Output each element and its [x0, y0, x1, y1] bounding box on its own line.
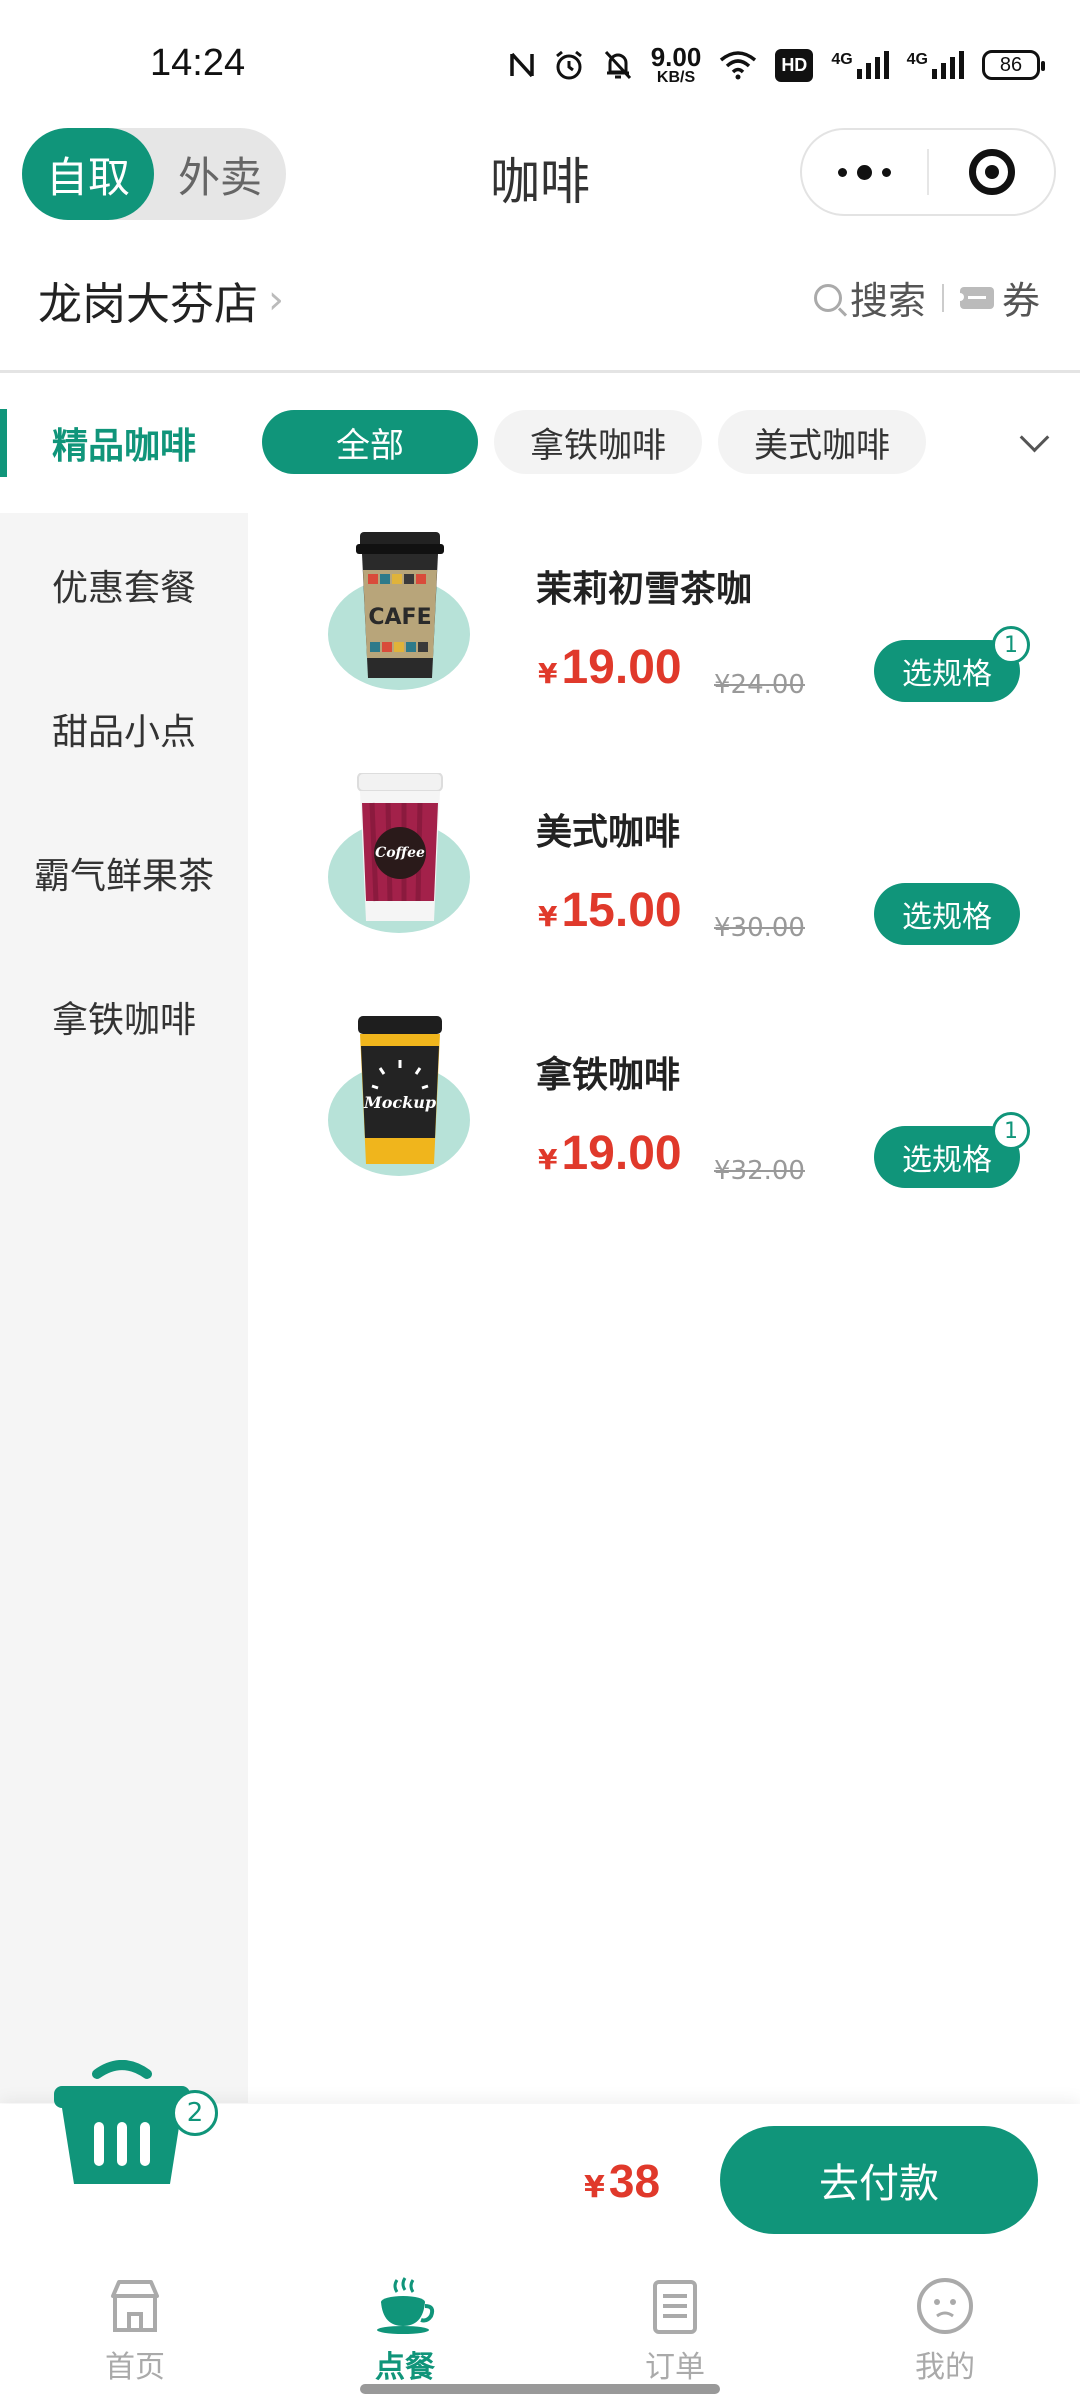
status-bar: 14:24 9.00 KB/S HD 4G 4G 86	[0, 0, 1080, 128]
product-price: ¥ 15.00	[538, 884, 682, 937]
signal-icon-2: 4G	[907, 51, 964, 79]
product-item[interactable]: CAFE 茉莉初雪茶咖 ¥ 19.00 ¥24.00 选规格 1	[248, 530, 1080, 773]
cart-count-badge: 2	[172, 2090, 218, 2136]
product-original-price: ¥24.00	[714, 670, 805, 700]
product-name: 茉莉初雪茶咖	[536, 569, 753, 610]
product-price: ¥ 19.00	[538, 1127, 682, 1180]
product-price: ¥ 19.00	[538, 641, 682, 694]
wifi-icon	[720, 51, 757, 80]
profile-face-icon	[917, 2278, 973, 2334]
search-label: 搜索	[849, 279, 926, 323]
ticket-icon	[955, 286, 994, 309]
clipboard-icon	[653, 2280, 697, 2334]
checkout-button[interactable]: 去付款	[720, 2126, 1038, 2234]
nav-bar: 自取 外卖 咖啡	[0, 128, 1080, 238]
product-name: 美式咖啡	[536, 812, 681, 853]
sidebar-item-latte[interactable]: 拿铁咖啡	[0, 945, 248, 1089]
sidebar-item-combo[interactable]: 优惠套餐	[0, 513, 248, 657]
store-row: 龙岗大芬店 › 搜索 券	[0, 250, 1080, 370]
cup-print-text: CAFE	[368, 605, 431, 630]
tab-orders-label: 订单	[645, 2350, 705, 2385]
tab-me[interactable]: 我的	[810, 2254, 1080, 2400]
sidebar-item-dessert[interactable]: 甜品小点	[0, 657, 248, 801]
product-original-price: ¥30.00	[714, 913, 805, 943]
more-button[interactable]	[802, 164, 927, 180]
product-image: CAFE	[328, 530, 478, 690]
category-sidebar: 精品咖啡 优惠套餐 甜品小点 霸气鲜果茶 拿铁咖啡	[0, 373, 248, 2103]
alarm-icon	[555, 50, 582, 80]
tab-order-label: 点餐	[375, 2350, 435, 2385]
product-item[interactable]: Coffee 美式咖啡 ¥ 15.00 ¥30.00 选规格	[248, 773, 1080, 1016]
store-name: 龙岗大芬店	[38, 279, 258, 330]
coffee-cup-icon	[377, 2277, 435, 2334]
tab-home[interactable]: 首页	[0, 2254, 270, 2400]
tab-me-label: 我的	[915, 2350, 975, 2385]
tab-home-label: 首页	[105, 2350, 165, 2385]
select-spec-button[interactable]: 选规格	[874, 883, 1020, 945]
subcategory-chips: 全部 拿铁咖啡 美式咖啡	[262, 410, 1062, 474]
product-original-price: ¥32.00	[714, 1156, 805, 1186]
tab-bar: 首页 点餐 订单 我的	[0, 2254, 1080, 2400]
cup-print-text: Mockup	[363, 1093, 436, 1112]
sidebar-item-fruit-tea[interactable]: 霸气鲜果茶	[0, 801, 248, 945]
basket-icon	[54, 2060, 190, 2184]
network-speed: 9.00 KB/S	[650, 42, 702, 86]
coupon-label: 券	[1001, 279, 1040, 323]
chevron-down-icon[interactable]	[1012, 420, 1056, 464]
status-time: 14:24	[150, 42, 246, 84]
more-dots-icon	[838, 164, 891, 180]
chip-all[interactable]: 全部	[262, 410, 478, 474]
cart-bar: 2 ¥ 38 去付款	[0, 2060, 1080, 2254]
product-name: 拿铁咖啡	[536, 1055, 681, 1096]
cart-total: ¥ 38	[584, 2155, 661, 2207]
chip-americano[interactable]: 美式咖啡	[718, 410, 926, 474]
product-item[interactable]: Mockup 拿铁咖啡 ¥ 19.00 ¥32.00 选规格 1	[248, 1016, 1080, 1259]
mute-bell-icon	[604, 50, 631, 80]
sidebar-item-premium-coffee[interactable]: 精品咖啡	[0, 373, 248, 513]
miniprogram-capsule	[800, 128, 1056, 216]
quantity-badge: 1	[992, 1112, 1030, 1150]
target-icon	[968, 149, 1015, 195]
product-list: CAFE 茉莉初雪茶咖 ¥ 19.00 ¥24.00 选规格 1 Coffee …	[248, 530, 1080, 1259]
product-image: Mockup	[328, 1016, 478, 1176]
tab-order[interactable]: 点餐	[270, 2254, 540, 2400]
status-icons: 9.00 KB/S HD 4G 4G 86	[509, 42, 1045, 86]
home-indicator	[360, 2384, 720, 2394]
storefront-icon	[111, 2280, 159, 2332]
hd-icon: HD	[775, 48, 814, 82]
tab-orders[interactable]: 订单	[540, 2254, 810, 2400]
battery-icon: 86	[982, 50, 1045, 80]
signal-icon: 4G	[831, 51, 889, 79]
quantity-badge: 1	[992, 626, 1030, 664]
store-tools: 搜索 券	[813, 270, 1040, 325]
cart-button[interactable]	[52, 2060, 192, 2190]
chevron-right-icon: ›	[268, 277, 284, 323]
cup-print-text: Coffee	[375, 845, 425, 861]
search-button[interactable]: 搜索	[813, 270, 926, 325]
chip-latte[interactable]: 拿铁咖啡	[494, 410, 702, 474]
nfc-icon	[509, 52, 534, 78]
close-miniprogram-button[interactable]	[929, 149, 1054, 195]
coupon-button[interactable]: 券	[955, 270, 1040, 325]
product-image: Coffee	[328, 773, 478, 933]
store-selector[interactable]: 龙岗大芬店 ›	[38, 268, 284, 332]
search-icon	[813, 283, 842, 312]
